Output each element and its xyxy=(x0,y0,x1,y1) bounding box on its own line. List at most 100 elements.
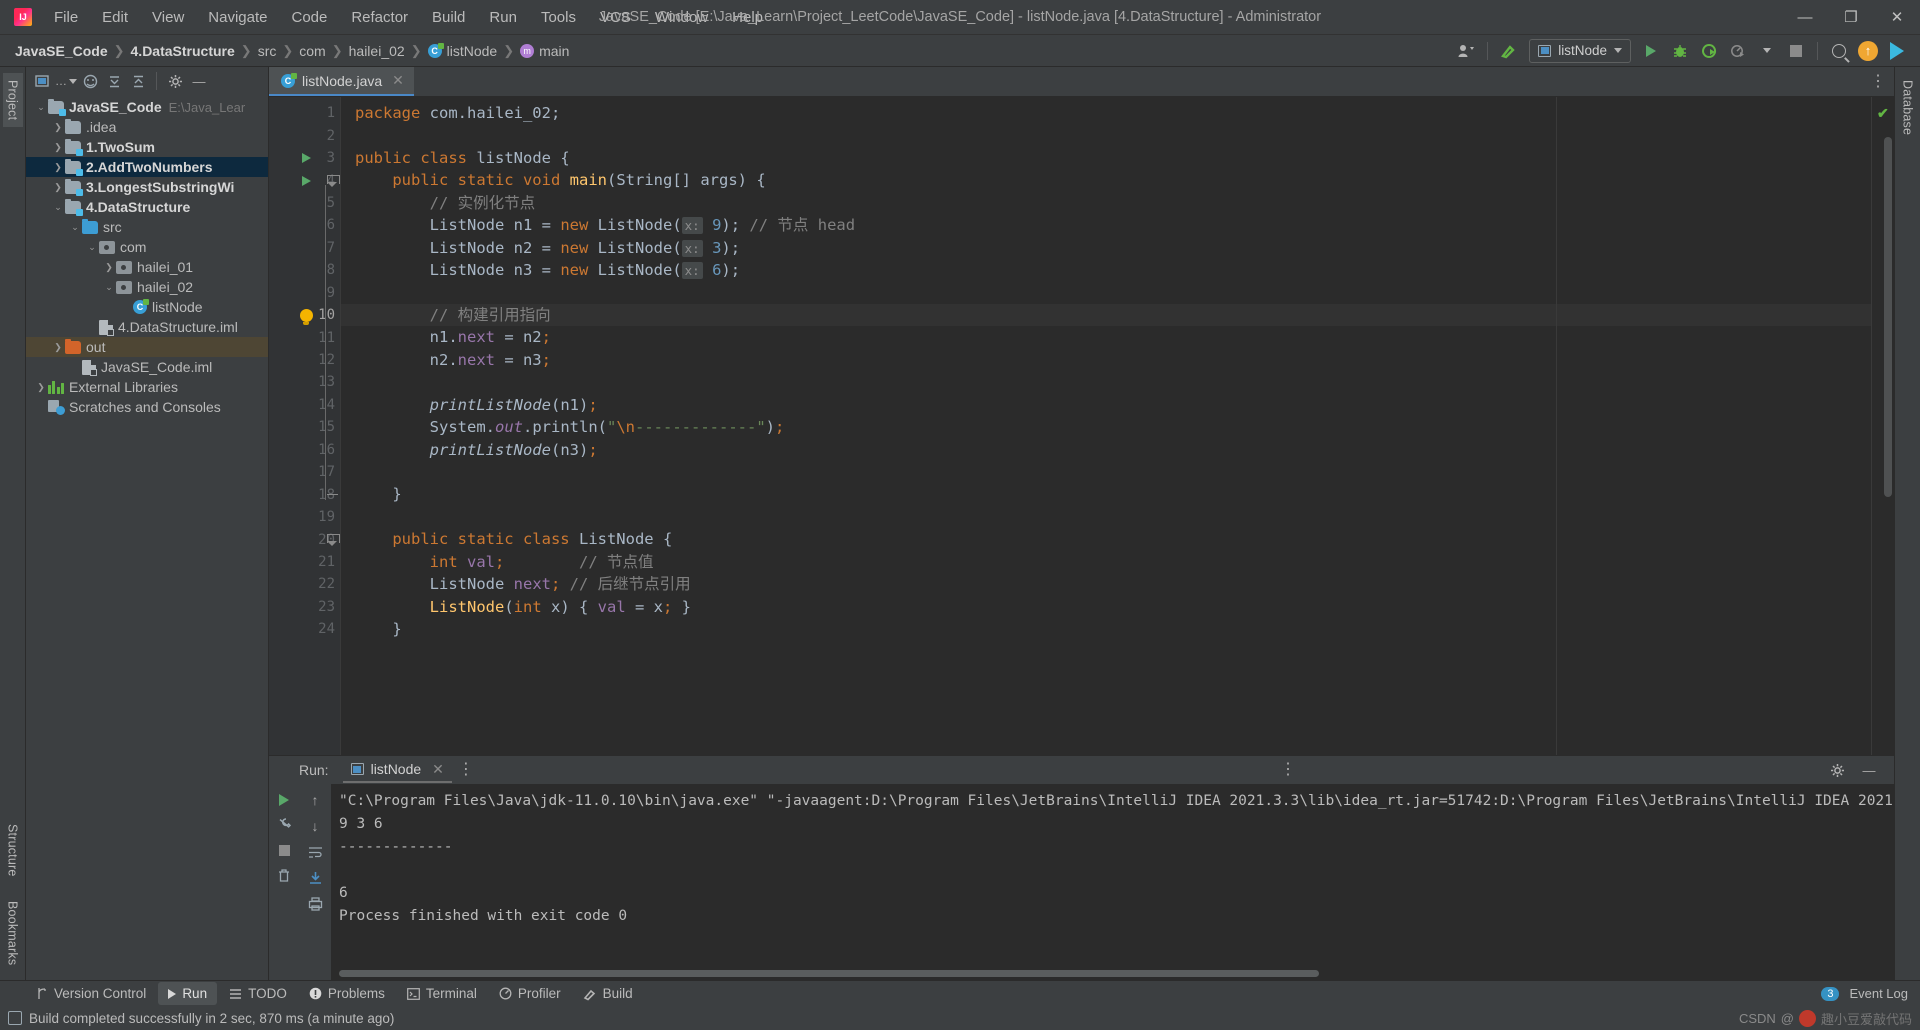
run-panel-drag-handle[interactable]: ⋮ xyxy=(1280,762,1296,778)
breadcrumb-item-package[interactable]: hailei_02 xyxy=(344,41,410,61)
stop-process-button[interactable] xyxy=(272,839,296,861)
code-line-4[interactable]: public static void main(String[] args) { xyxy=(341,169,1872,191)
gutter-line-3[interactable]: 3 xyxy=(269,147,341,169)
code-line-14[interactable]: printListNode(n1); xyxy=(341,394,1872,416)
chevron-down-icon[interactable]: ⌄ xyxy=(102,282,116,293)
select-opened-file-icon[interactable] xyxy=(31,70,53,92)
inspection-status-icon[interactable]: ✔ xyxy=(1877,105,1889,122)
tool-tab-todo[interactable]: TODO xyxy=(219,982,297,1005)
tree-item-hailei-01[interactable]: ❯ hailei_01 xyxy=(26,257,268,277)
run-button[interactable] xyxy=(1638,38,1664,64)
editor-scrollbar-thumb[interactable] xyxy=(1884,137,1892,497)
gutter-line-23[interactable]: 23 xyxy=(269,596,341,618)
tool-tab-problems[interactable]: Problems xyxy=(299,982,395,1005)
run-anything-button[interactable] xyxy=(1884,38,1910,64)
menu-refactor[interactable]: Refactor xyxy=(339,4,420,31)
chevron-right-icon[interactable]: ❯ xyxy=(34,382,48,393)
gutter-line-5[interactable]: 5 xyxy=(269,192,341,214)
tool-tab-run[interactable]: Run xyxy=(158,982,218,1005)
code-line-22[interactable]: ListNode next; // 后继节点引用 xyxy=(341,573,1872,595)
menu-file[interactable]: File xyxy=(42,4,90,31)
tool-tab-build[interactable]: Build xyxy=(573,982,643,1005)
tree-item-listnode[interactable]: listNode xyxy=(26,297,268,317)
locate-icon[interactable] xyxy=(79,70,101,92)
breadcrumb-item-module[interactable]: 4.DataStructure xyxy=(126,41,240,61)
menu-tools[interactable]: Tools xyxy=(529,4,588,31)
sidebar-item-project[interactable]: Project xyxy=(2,73,23,128)
search-everywhere-button[interactable] xyxy=(1826,38,1852,64)
chevron-down-icon[interactable]: ⌄ xyxy=(51,202,65,213)
gutter-line-18[interactable]: 18 xyxy=(269,483,341,505)
code-line-11[interactable]: n1.next = n2; xyxy=(341,326,1872,348)
menu-view[interactable]: View xyxy=(140,4,196,31)
menu-edit[interactable]: Edit xyxy=(90,4,140,31)
scroll-to-end-icon[interactable] xyxy=(303,867,327,889)
editor-area[interactable]: 1 2 3 4 5 6 7 8 9 10 11 12 13 14 15 16 17 18 19 20 21 22 23 24 … xyxy=(269,97,1894,755)
tree-item-4-datastructure[interactable]: ⌄ 4.DataStructure xyxy=(26,197,268,217)
run-configuration-selector[interactable]: listNode xyxy=(1529,38,1631,63)
gutter-line-1[interactable]: 1 xyxy=(269,102,341,124)
trash-button[interactable] xyxy=(272,864,296,886)
gutter-line-10[interactable]: 10 xyxy=(269,304,341,326)
code-line-20[interactable]: public static class ListNode { xyxy=(341,528,1872,550)
view-options-icon[interactable]: … xyxy=(55,70,77,92)
tree-item-out[interactable]: ❯ out xyxy=(26,337,268,357)
breadcrumb-item-class[interactable]: listNode xyxy=(423,41,503,61)
editor-tab-listnode[interactable]: listNode.java ✕ xyxy=(269,67,414,96)
tree-item-hailei-02[interactable]: ⌄ hailei_02 xyxy=(26,277,268,297)
code-line-24[interactable]: } xyxy=(341,618,1872,640)
chevron-right-icon[interactable]: ❯ xyxy=(51,182,65,193)
build-wrench-icon[interactable] xyxy=(272,814,296,836)
breadcrumb-item-project[interactable]: JavaSE_Code xyxy=(10,41,113,61)
tool-tab-version-control[interactable]: Version Control xyxy=(26,982,156,1005)
run-console-output[interactable]: "C:\Program Files\Java\jdk-11.0.10\bin\j… xyxy=(331,784,1894,980)
console-horizontal-scrollbar[interactable] xyxy=(339,970,1319,977)
code-line-9[interactable] xyxy=(341,282,1872,304)
gutter-line-24[interactable]: 24 xyxy=(269,618,341,640)
menu-window[interactable]: Window xyxy=(643,4,720,31)
profile-dropdown-icon[interactable] xyxy=(1754,38,1780,64)
project-tree[interactable]: ⌄ JavaSE_Code E:\Java_Lear ❯ .idea ❯ 1.TwoSum ❯… xyxy=(26,95,268,980)
chevron-right-icon[interactable]: ❯ xyxy=(51,122,65,133)
gutter-line-2[interactable]: 2 xyxy=(269,124,341,146)
gutter-line-21[interactable]: 21 xyxy=(269,551,341,573)
tree-item-javase-code[interactable]: ⌄ JavaSE_Code E:\Java_Lear xyxy=(26,97,268,117)
gear-icon[interactable] xyxy=(1826,759,1848,781)
code-line-1[interactable]: package com.hailei_02; xyxy=(341,102,1872,124)
tree-item-scratches-and-consoles[interactable]: Scratches and Consoles xyxy=(26,397,268,417)
scroll-down-icon[interactable]: ↓ xyxy=(303,815,327,837)
chevron-right-icon[interactable]: ❯ xyxy=(51,162,65,173)
editor-marker-bar[interactable]: ✔ xyxy=(1872,97,1894,755)
code-line-7[interactable]: ListNode n2 = new ListNode(x: 3); xyxy=(341,237,1872,259)
gutter-line-19[interactable]: 19 xyxy=(269,506,341,528)
run-line-icon[interactable] xyxy=(299,174,313,188)
gutter-line-17[interactable]: 17 xyxy=(269,461,341,483)
run-line-icon[interactable] xyxy=(299,151,313,165)
fold-end-icon[interactable] xyxy=(325,488,339,502)
code-line-18[interactable]: } xyxy=(341,483,1872,505)
rerun-button[interactable] xyxy=(272,789,296,811)
gutter-line-9[interactable]: 9 xyxy=(269,282,341,304)
menu-navigate[interactable]: Navigate xyxy=(196,4,279,31)
tree-item-2-addtwonumbers[interactable]: ❯ 2.AddTwoNumbers xyxy=(26,157,268,177)
gutter-line-13[interactable]: 13 xyxy=(269,371,341,393)
fold-collapse-icon[interactable] xyxy=(325,174,340,188)
code-line-3[interactable]: public class listNode { xyxy=(341,147,1872,169)
gutter-line-16[interactable]: 16 xyxy=(269,439,341,461)
sidebar-item-database[interactable]: Database xyxy=(1898,73,1918,142)
gutter-line-20[interactable]: 20 xyxy=(269,528,341,550)
fold-collapse-icon[interactable] xyxy=(325,533,340,547)
tree-item-4-datastructure-iml[interactable]: 4.DataStructure.iml xyxy=(26,317,268,337)
gear-icon[interactable] xyxy=(164,70,186,92)
tree-item-1-twosum[interactable]: ❯ 1.TwoSum xyxy=(26,137,268,157)
menu-vcs[interactable]: VCS xyxy=(588,4,643,31)
chevron-down-icon[interactable]: ⌄ xyxy=(85,242,99,253)
code-line-12[interactable]: n2.next = n3; xyxy=(341,349,1872,371)
code-line-16[interactable]: printListNode(n3); xyxy=(341,439,1872,461)
code-line-23[interactable]: ListNode(int x) { val = x; } xyxy=(341,596,1872,618)
gutter-line-22[interactable]: 22 xyxy=(269,573,341,595)
gutter-line-15[interactable]: 15 xyxy=(269,416,341,438)
print-icon[interactable] xyxy=(303,893,327,915)
code-line-13[interactable] xyxy=(341,371,1872,393)
run-tab-listnode[interactable]: listNode ✕ xyxy=(342,758,452,783)
